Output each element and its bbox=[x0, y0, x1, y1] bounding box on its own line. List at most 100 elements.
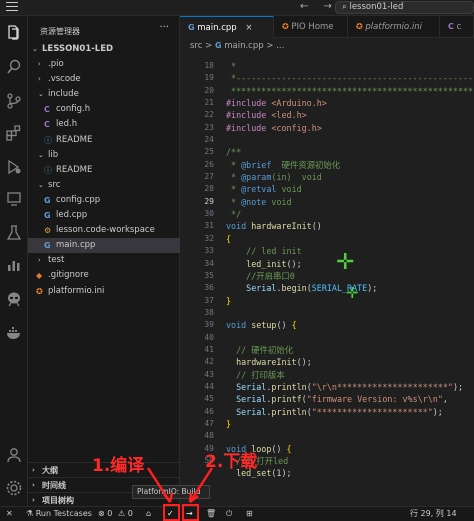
code-line[interactable] bbox=[226, 332, 474, 344]
chevron-right-icon[interactable]: › bbox=[38, 253, 41, 268]
code-line[interactable]: *---------------------------------------… bbox=[226, 72, 474, 84]
command-center-search[interactable]: ⌕ lesson01-led bbox=[335, 1, 474, 14]
chevron-down-icon[interactable]: ⌄ bbox=[38, 148, 44, 163]
tree-item-led-h[interactable]: Cled.h bbox=[28, 117, 180, 132]
platformio-alien-icon[interactable] bbox=[5, 290, 23, 308]
close-icon[interactable]: × bbox=[245, 23, 252, 33]
chevron-down-icon[interactable]: ⌄ bbox=[38, 178, 44, 193]
search-icon[interactable] bbox=[5, 58, 23, 76]
testing-icon[interactable] bbox=[5, 224, 23, 242]
line-number-gutter: 18 19 20 21 22 23 24 25 26 27 28 29 30 31 32 33 34 35 36 37… bbox=[180, 60, 220, 467]
line-number: 20 bbox=[204, 85, 214, 95]
tree-item-lesson-code-workspace[interactable]: ⚙ lesson.code-workspace bbox=[28, 223, 180, 238]
line-number: 48 bbox=[204, 431, 214, 441]
tab-c-file[interactable]: C c bbox=[440, 16, 474, 38]
errors-count[interactable]: ⊗ 0 bbox=[98, 507, 112, 521]
warnings-count[interactable]: ⚠ 0 bbox=[118, 507, 133, 521]
code-editor[interactable]: 18 19 20 21 22 23 24 25 26 27 28 29 30 31 32 33 34 35 36 37… bbox=[180, 54, 474, 506]
tree-item-include[interactable]: ⌄ include bbox=[28, 87, 180, 102]
breadcrumb-more[interactable]: > ... bbox=[266, 41, 284, 51]
tab-pio-home[interactable]: ✪ PIO Home bbox=[274, 16, 348, 38]
line-number: 39 bbox=[204, 320, 214, 330]
code-line[interactable]: #include <config.h> bbox=[226, 122, 474, 134]
platformio-icon: ✪ bbox=[36, 286, 43, 296]
tree-item-main-cpp[interactable]: Gmain.cpp bbox=[28, 238, 180, 254]
run-debug-icon[interactable] bbox=[5, 158, 23, 176]
tree-item-label: main.cpp bbox=[56, 240, 96, 251]
tree-item-gitignore[interactable]: ◆ .gitignore bbox=[28, 268, 180, 283]
code-line[interactable]: Serial.println("\r\n********************… bbox=[226, 381, 474, 393]
tab-main-cpp[interactable]: G main.cpp × bbox=[180, 16, 274, 38]
line-number: 22 bbox=[204, 110, 214, 120]
explorer-icon[interactable] bbox=[5, 24, 23, 42]
code-line[interactable]: * bbox=[226, 60, 474, 72]
terminal-icon[interactable]: ⊞ bbox=[246, 507, 253, 521]
serial-monitor-icon[interactable]: ⏻ bbox=[226, 507, 232, 521]
code-line[interactable]: // 打印版本 bbox=[226, 369, 474, 381]
extensions-icon[interactable] bbox=[5, 124, 23, 142]
nav-arrows[interactable]: ← → bbox=[300, 1, 338, 12]
code-line[interactable]: { bbox=[226, 233, 474, 245]
chevron-down-icon[interactable]: ⌄ bbox=[38, 87, 44, 102]
tree-item-config-cpp[interactable]: Gconfig.cpp bbox=[28, 193, 180, 208]
code-line[interactable]: void setup() { bbox=[226, 319, 474, 331]
hamburger-menu-icon[interactable] bbox=[6, 2, 18, 12]
run-testcases-button[interactable]: ⚗ Run Testcases bbox=[26, 507, 92, 521]
code-line[interactable]: ****************************************… bbox=[226, 85, 474, 97]
settings-icon[interactable] bbox=[5, 479, 23, 497]
cursor-position[interactable]: 行 29, 列 14 bbox=[410, 507, 457, 521]
chevron-right-icon[interactable]: › bbox=[38, 57, 41, 72]
code-line[interactable]: //1 打开led bbox=[226, 455, 474, 467]
pio-home-icon[interactable]: ⌂ bbox=[146, 507, 151, 521]
code-line[interactable]: /** bbox=[226, 146, 474, 158]
code-line[interactable]: #include <led.h> bbox=[226, 109, 474, 121]
tree-item-config-h[interactable]: Cconfig.h bbox=[28, 102, 180, 117]
line-number: 25 bbox=[204, 147, 214, 157]
chevron-right-icon[interactable]: › bbox=[38, 72, 41, 87]
code-line[interactable] bbox=[226, 430, 474, 442]
docker-icon[interactable] bbox=[5, 324, 23, 342]
code-line[interactable]: // 硬件初始化 bbox=[226, 344, 474, 356]
source-control-icon[interactable] bbox=[5, 92, 23, 110]
chart-icon[interactable] bbox=[5, 256, 23, 274]
clean-trash-icon[interactable]: 🗑 bbox=[206, 507, 216, 521]
code-line[interactable]: #include <Arduino.h> bbox=[226, 97, 474, 109]
more-actions-icon[interactable]: ··· bbox=[159, 22, 169, 33]
cpp-file-icon: G bbox=[214, 41, 222, 50]
tree-item-pio[interactable]: › .pio bbox=[28, 57, 180, 72]
code-line[interactable]: * @retval void bbox=[226, 183, 474, 195]
tree-item-led-cpp[interactable]: Gled.cpp bbox=[28, 208, 180, 223]
code-line[interactable]: */ bbox=[226, 208, 474, 220]
tree-item-test[interactable]: › test bbox=[28, 253, 180, 268]
code-line[interactable] bbox=[226, 307, 474, 319]
tree-item-lesson01-led[interactable]: ⌄ LESSON01-LED bbox=[28, 42, 180, 57]
tree-item-readme[interactable]: ⓘ README bbox=[28, 163, 180, 178]
remote-indicator-icon[interactable]: ✕ bbox=[6, 507, 13, 521]
status-bar: ✕ ⚗ Run Testcases ⊗ 0 ⚠ 0 ⌂ ✓ → 🗑 ⏻ ⊞ 行 … bbox=[0, 506, 474, 521]
account-icon[interactable] bbox=[5, 446, 23, 464]
breadcrumb-folder[interactable]: src bbox=[190, 41, 202, 51]
code-line[interactable]: Serial.printf("firmware Version: v%s\r\n… bbox=[226, 393, 474, 405]
tree-item-platformio-ini[interactable]: ✪ platformio.ini bbox=[28, 284, 180, 299]
tree-item-readme[interactable]: ⓘ README bbox=[28, 133, 180, 148]
tree-item-vscode[interactable]: › .vscode bbox=[28, 72, 180, 87]
code-line[interactable]: * @param(in) void bbox=[226, 171, 474, 183]
breadcrumb-separator: > bbox=[205, 41, 213, 51]
line-number: 40 bbox=[204, 332, 214, 342]
code-line[interactable]: void hardwareInit() bbox=[226, 220, 474, 232]
line-number: 30 bbox=[204, 209, 214, 219]
code-line[interactable] bbox=[226, 134, 474, 146]
chevron-down-icon[interactable]: ⌄ bbox=[32, 42, 38, 57]
code-line[interactable]: void loop() { bbox=[226, 443, 474, 455]
code-line[interactable]: hardwareInit(); bbox=[226, 356, 474, 368]
tab-platformio-ini[interactable]: ✪ platformio.ini bbox=[348, 16, 440, 38]
code-line[interactable]: * @brief 硬件资源初始化 bbox=[226, 159, 474, 171]
code-line[interactable]: Serial.println("**********************")… bbox=[226, 406, 474, 418]
breadcrumb-file[interactable]: main.cpp bbox=[224, 41, 263, 51]
code-line[interactable]: led_set(1); bbox=[226, 467, 474, 479]
remote-icon[interactable] bbox=[5, 190, 23, 208]
code-line[interactable]: * @note void bbox=[226, 196, 474, 208]
code-line[interactable]: } bbox=[226, 418, 474, 430]
tree-item-src[interactable]: ⌄ src bbox=[28, 178, 180, 193]
tree-item-lib[interactable]: ⌄ lib bbox=[28, 148, 180, 163]
